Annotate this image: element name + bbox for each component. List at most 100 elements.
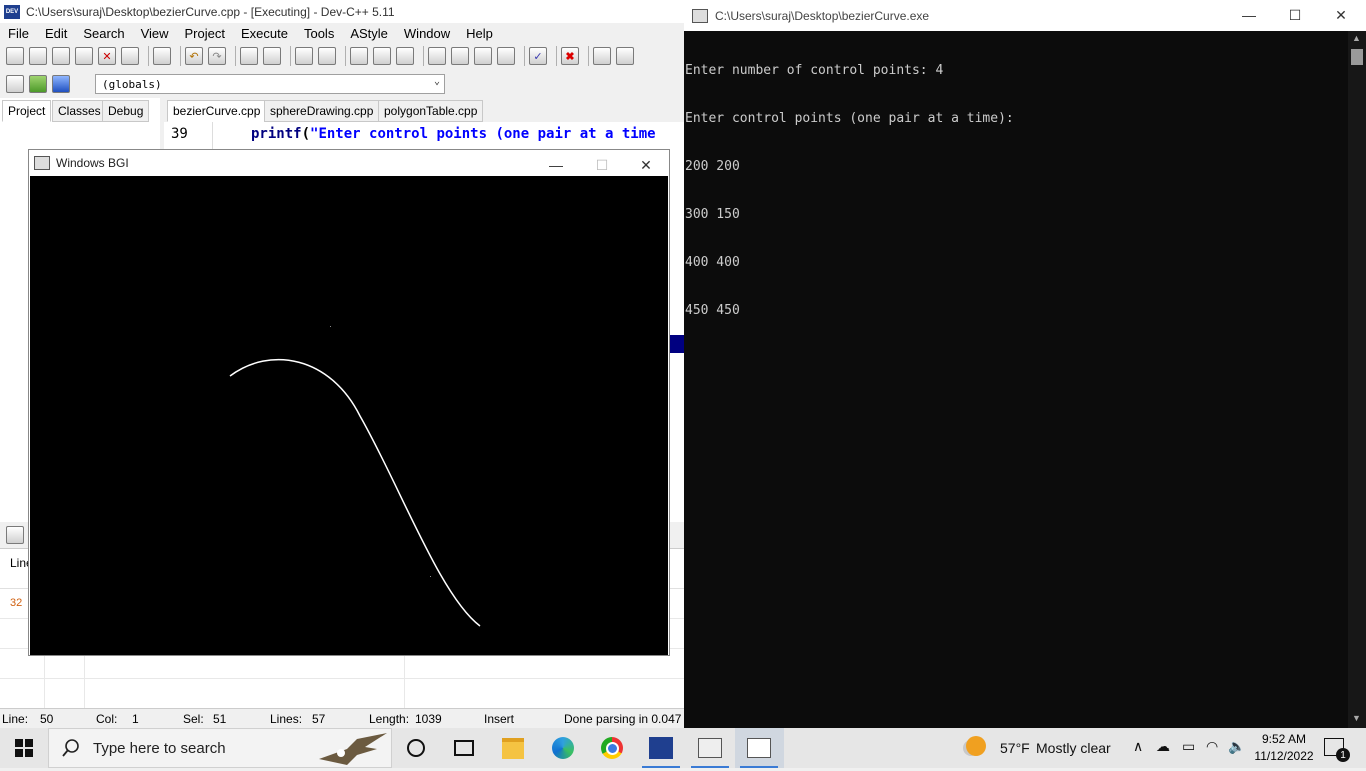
print-icon[interactable]: [153, 47, 171, 65]
devcpp-title: C:\Users\suraj\Desktop\bezierCurve.cpp -…: [26, 4, 395, 19]
stop-execution-icon[interactable]: ✖: [561, 47, 579, 65]
colors-icon[interactable]: [474, 47, 492, 65]
tab-polygontable[interactable]: polygonTable.cpp: [378, 100, 484, 122]
menu-tools[interactable]: Tools: [296, 26, 342, 41]
class-browser-icon[interactable]: [52, 75, 70, 93]
open-file-icon[interactable]: [29, 47, 47, 65]
window-icon[interactable]: [451, 47, 469, 65]
maximize-icon[interactable]: ☐: [1272, 0, 1318, 30]
toolbar-separator: [290, 46, 291, 66]
menu-astyle[interactable]: AStyle: [342, 26, 396, 41]
chevron-down-icon: ⌄: [433, 76, 440, 87]
close-all-icon[interactable]: [121, 47, 139, 65]
menu-file[interactable]: File: [0, 26, 37, 41]
console-taskbar-icon[interactable]: [743, 732, 775, 764]
menu-edit[interactable]: Edit: [37, 26, 75, 41]
bezier-drawing: [229, 326, 481, 627]
start-button[interactable]: [0, 728, 48, 768]
toolbar-separator: [148, 46, 149, 66]
devcpp-taskbar-icon[interactable]: [645, 732, 677, 764]
menu-window[interactable]: Window: [396, 26, 458, 41]
status-sel-value: 51: [213, 712, 227, 726]
menu-execute[interactable]: Execute: [233, 26, 296, 41]
clock-time: 9:52 AM: [1261, 732, 1307, 746]
battery-icon[interactable]: ▭: [1182, 738, 1195, 755]
save-icon[interactable]: [52, 47, 70, 65]
profile-icon[interactable]: [616, 47, 634, 65]
edge-icon[interactable]: [547, 732, 579, 764]
status-lines-value: 57: [312, 712, 326, 726]
console-scrollbar[interactable]: ▲ ▼: [1348, 31, 1366, 728]
indent-icon[interactable]: [295, 47, 313, 65]
status-parse: Done parsing in 0.047 s: [564, 712, 684, 726]
tab-classes[interactable]: Classes: [52, 100, 107, 122]
close-icon[interactable]: ✕: [1318, 0, 1364, 30]
tab-project[interactable]: Project: [2, 100, 52, 122]
tab-classes-label: Classes: [58, 104, 101, 118]
replace-icon[interactable]: [263, 47, 281, 65]
console-line: 300 150: [685, 207, 740, 222]
compile-check-icon[interactable]: ✓: [529, 47, 547, 65]
globals-dropdown[interactable]: (globals) ⌄: [95, 74, 445, 94]
new-project-icon[interactable]: [428, 47, 446, 65]
devcpp-title-bar[interactable]: DEV C:\Users\suraj\Desktop\bezierCurve.c…: [0, 0, 684, 23]
console-line: 400 400: [685, 255, 740, 270]
control-point-dot: [430, 576, 431, 577]
search-placeholder: Type here to search: [93, 739, 226, 757]
wifi-icon[interactable]: ◠: [1206, 738, 1218, 755]
file-explorer-icon[interactable]: [497, 732, 529, 764]
weather-icon[interactable]: [966, 736, 992, 760]
tab-beziercurve[interactable]: bezierCurve.cpp: [167, 100, 267, 122]
console-line: 200 200: [685, 159, 740, 174]
console-title-bar[interactable]: C:\Users\suraj\Desktop\bezierCurve.exe —…: [684, 0, 1366, 31]
console-output[interactable]: Enter number of control points: 4 Enter …: [684, 31, 1345, 351]
undo-icon[interactable]: ↶: [185, 47, 203, 65]
status-length-value: 1039: [415, 712, 442, 726]
find-icon[interactable]: [240, 47, 258, 65]
compiler-icon[interactable]: [6, 526, 24, 544]
bookmark-forward-icon[interactable]: [373, 47, 391, 65]
console-window-icon: [692, 8, 708, 23]
new-file-icon[interactable]: [6, 47, 24, 65]
message-row-line: 32: [10, 597, 23, 609]
console-title: C:\Users\suraj\Desktop\bezierCurve.exe: [715, 8, 930, 23]
taskbar-search[interactable]: Type here to search: [48, 728, 392, 768]
layout-icon[interactable]: [497, 47, 515, 65]
status-bar: Line: 50 Col: 1 Sel: 51 Lines: 57 Length…: [0, 708, 684, 729]
task-view-icon[interactable]: [448, 732, 480, 764]
scrollbar-thumb[interactable]: [1351, 49, 1363, 65]
cortana-icon[interactable]: [400, 732, 432, 764]
status-mode: Insert: [484, 712, 515, 726]
minimize-icon[interactable]: —: [1226, 0, 1272, 30]
onedrive-icon[interactable]: ☁: [1156, 738, 1170, 755]
goto-icon[interactable]: [6, 75, 24, 93]
save-all-icon[interactable]: [75, 47, 93, 65]
weather-desc: Mostly clear: [1036, 740, 1111, 756]
tab-debug[interactable]: Debug: [102, 100, 150, 122]
redo-icon[interactable]: ↷: [208, 47, 226, 65]
close-file-icon[interactable]: ✕: [98, 47, 116, 65]
bgi-title-bar[interactable]: Windows BGI — ☐ ✕: [29, 150, 669, 176]
tab-debug-label: Debug: [108, 104, 144, 118]
toggle-bookmark-icon[interactable]: [396, 47, 414, 65]
scroll-down-icon[interactable]: ▼: [1352, 713, 1361, 723]
menu-search[interactable]: Search: [75, 26, 132, 41]
unindent-icon[interactable]: [318, 47, 336, 65]
bgi-taskbar-icon[interactable]: [694, 732, 726, 764]
notification-badge: 1: [1336, 748, 1350, 762]
bookmark-back-icon[interactable]: [350, 47, 368, 65]
clock[interactable]: 9:52 AM 11/12/2022: [1252, 732, 1316, 763]
menu-view[interactable]: View: [133, 26, 177, 41]
chrome-icon[interactable]: [596, 732, 628, 764]
code-function: printf: [251, 126, 302, 142]
tab-spheredrawing[interactable]: sphereDrawing.cpp: [264, 100, 380, 122]
volume-icon[interactable]: 🔈: [1228, 738, 1245, 755]
insert-icon[interactable]: [29, 75, 47, 93]
chart-icon[interactable]: [593, 47, 611, 65]
menu-project[interactable]: Project: [177, 26, 233, 41]
scroll-up-icon[interactable]: ▲: [1352, 33, 1361, 43]
chevron-up-icon[interactable]: ∧: [1133, 738, 1143, 755]
console-line: Enter control points (one pair at a time…: [685, 111, 1014, 126]
menu-help[interactable]: Help: [458, 26, 501, 41]
status-length-label: Length:: [369, 712, 410, 726]
